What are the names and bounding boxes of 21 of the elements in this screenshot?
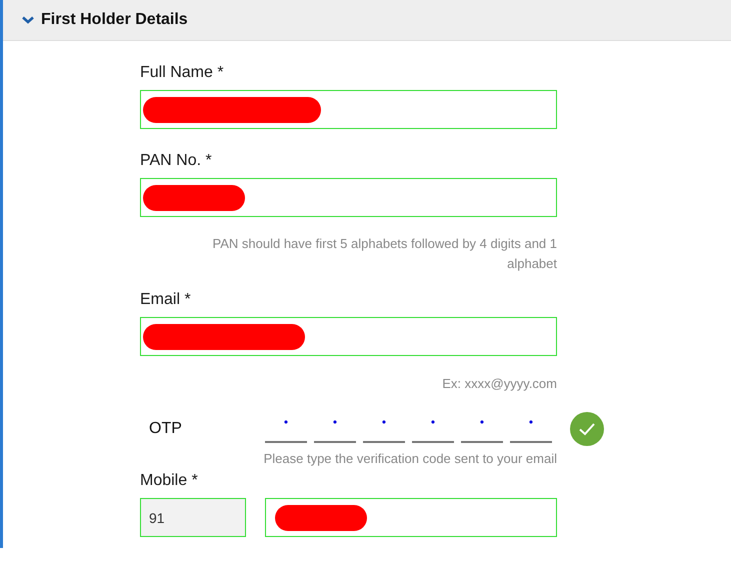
field-label: Mobile * xyxy=(140,471,198,491)
field-label: OTP xyxy=(149,420,183,438)
otp-digit-field[interactable]: • xyxy=(363,415,405,443)
field-label: PAN No. * xyxy=(140,151,212,171)
field-hint: PAN should have first 5 alphabets followed by 4 digits and 1 alphabet xyxy=(212,235,557,273)
mobile-number-field[interactable] xyxy=(265,498,557,537)
input-field[interactable] xyxy=(140,317,557,356)
otp-digit-field[interactable]: • xyxy=(510,415,552,443)
section-header[interactable]: First Holder Details xyxy=(3,0,731,41)
input-field[interactable] xyxy=(140,178,557,217)
otp-digit-field[interactable]: • xyxy=(265,415,307,443)
otp-digit-field[interactable]: • xyxy=(314,415,356,443)
chevron-icon xyxy=(22,16,34,24)
field-label: Full Name * xyxy=(140,63,224,83)
otp-digit-field[interactable]: • xyxy=(461,415,503,443)
field-hint: Please type the verification code sent to your email xyxy=(264,450,557,468)
input-field[interactable] xyxy=(140,90,557,129)
country-code-field[interactable]: 91 xyxy=(140,498,246,537)
field-hint: Ex: xxxx@yyyy.com xyxy=(442,375,557,393)
otp-digit-field[interactable]: • xyxy=(412,415,454,443)
field-label: Email * xyxy=(140,290,191,310)
